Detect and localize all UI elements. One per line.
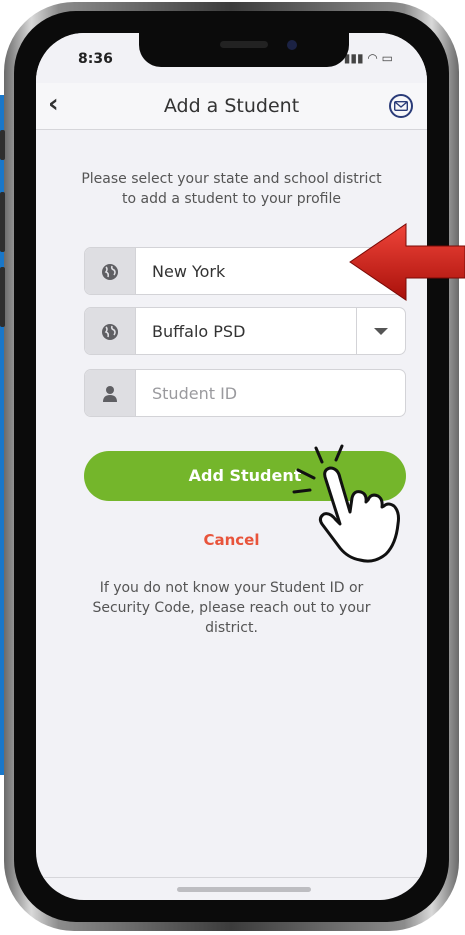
signal-wifi-battery-icons: ▮▮▮ ◠ ▭ [343,51,393,65]
volume-down-button [0,267,5,327]
home-indicator [177,887,311,892]
nav-bar: ‹ Add a Student [36,83,427,130]
chevron-down-icon [374,328,388,335]
globe-icon [102,264,118,280]
camera [287,40,297,50]
district-select[interactable]: Buffalo PSD [84,307,406,355]
dropdown-toggle[interactable] [356,308,405,354]
mail-icon[interactable] [389,94,413,118]
tab-bar-divider [36,877,427,878]
page-title: Add a Student [163,95,300,117]
state-value: New York [152,262,226,281]
status-time: 8:36 [78,51,113,67]
volume-up-button [0,192,5,252]
student-id-placeholder: Student ID [152,384,238,403]
mute-switch [0,130,5,160]
speaker [220,41,268,48]
notch [139,33,349,67]
help-text: If you do not know your Student ID or Se… [92,580,371,636]
red-arrow-icon [349,223,465,301]
student-id-field[interactable]: Student ID [84,369,406,417]
person-icon [103,386,117,402]
district-value: Buffalo PSD [152,322,246,341]
intro-text: Please select your state and school dist… [81,171,382,207]
pointing-hand-icon [292,444,400,563]
globe-icon [102,324,118,340]
